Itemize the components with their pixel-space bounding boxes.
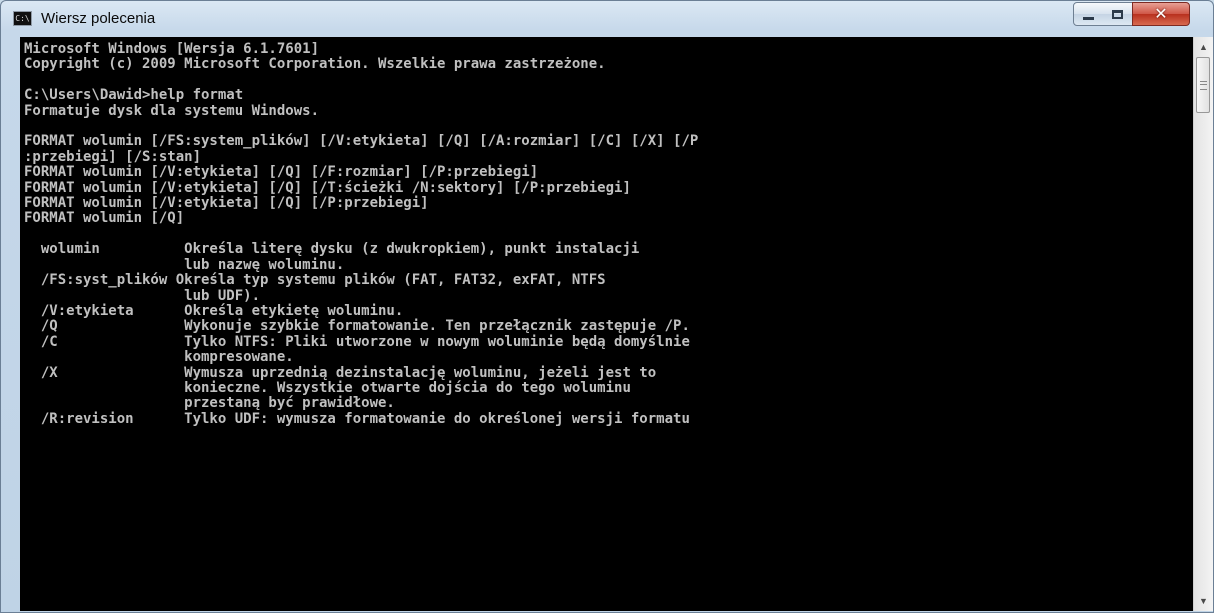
vertical-scrollbar[interactable]: ▲ ▼ — [1193, 37, 1213, 611]
minimize-button[interactable] — [1073, 2, 1104, 26]
maximize-button[interactable] — [1103, 2, 1133, 26]
scroll-down-arrow-icon[interactable]: ▼ — [1194, 591, 1213, 611]
cmd-icon[interactable]: C:\ — [13, 11, 32, 26]
close-icon: ✕ — [1154, 4, 1168, 23]
title-bar[interactable]: C:\ Wiersz polecenia ✕ — [1, 1, 1213, 37]
minimize-icon — [1083, 16, 1094, 20]
window-title: Wiersz polecenia — [41, 10, 156, 27]
command-prompt-window: C:\ Wiersz polecenia ✕ Microsoft Windows… — [0, 0, 1214, 613]
maximize-icon — [1112, 9, 1123, 19]
grip-icon — [1199, 80, 1207, 90]
scroll-up-arrow-icon[interactable]: ▲ — [1194, 37, 1213, 57]
console-text: Microsoft Windows [Wersja 6.1.7601] Copy… — [24, 41, 699, 427]
close-button[interactable]: ✕ — [1132, 2, 1190, 26]
console-output-area[interactable]: Microsoft Windows [Wersja 6.1.7601] Copy… — [20, 37, 1193, 611]
scroll-thumb[interactable] — [1196, 57, 1210, 113]
